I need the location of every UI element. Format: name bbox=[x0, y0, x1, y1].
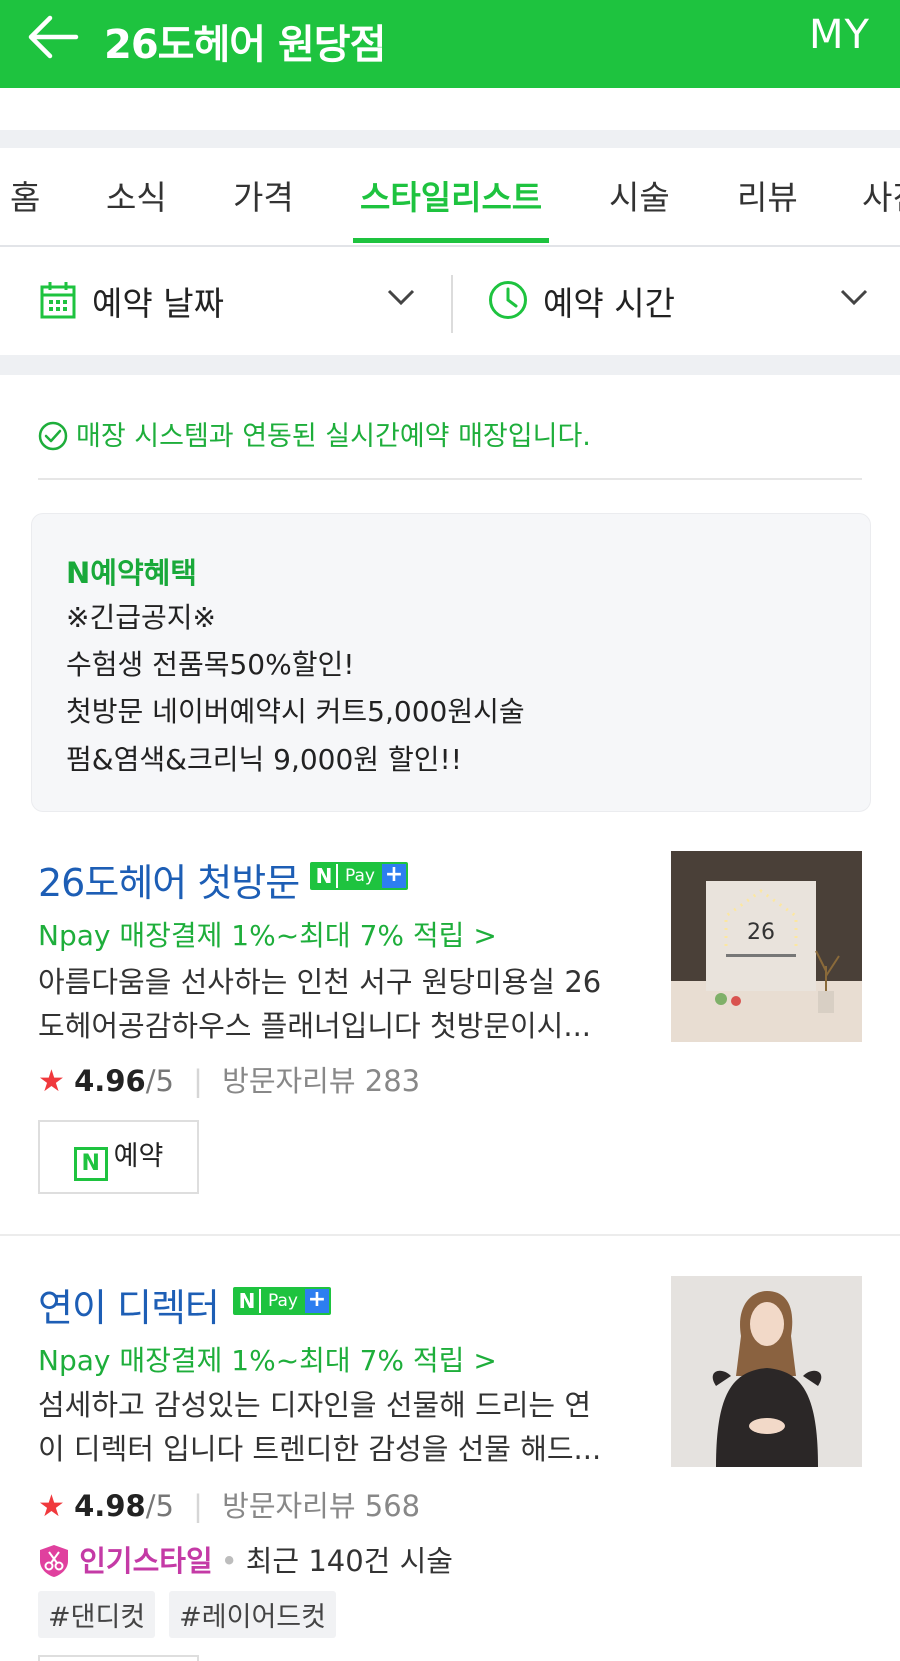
my-button[interactable]: MY bbox=[809, 12, 870, 58]
popular-style-row: 인기스타일 • 최근 140건 시술 bbox=[38, 1538, 453, 1580]
rating-max: /5 bbox=[145, 1489, 174, 1523]
tab-bar: 홈 소식 가격 스타일리스트 시술 리뷰 사진 bbox=[0, 149, 900, 245]
tab-home[interactable]: 홈 bbox=[10, 171, 40, 219]
desc-line: 도헤어공감하우스 플래너입니다 첫방문이시... bbox=[38, 1009, 592, 1043]
tag-list: #댄디컷 #레이어드컷 bbox=[38, 1591, 336, 1638]
tab-treatment[interactable]: 시술 bbox=[609, 171, 670, 219]
benefit-line: 첫방문 네이버예약시 커트5,000원시술 bbox=[66, 695, 525, 728]
tab-photo[interactable]: 사진 bbox=[862, 171, 900, 219]
clock-icon bbox=[489, 281, 527, 319]
chevron-down-icon bbox=[387, 289, 415, 306]
desc-line: 아름다움을 선사하는 인천 서구 원당미용실 26 bbox=[38, 965, 602, 999]
salon-sign-image: 26 bbox=[671, 851, 862, 1042]
npay-plus-badge: N Pay + bbox=[233, 1287, 331, 1315]
back-arrow-icon[interactable] bbox=[26, 14, 80, 60]
time-filter[interactable]: 예약 시간 bbox=[453, 247, 900, 355]
npay-pay: Pay bbox=[336, 864, 382, 888]
stylist-portrait-image bbox=[671, 1276, 862, 1467]
designer-photo[interactable]: 26 bbox=[671, 851, 862, 1042]
rating-separator: | bbox=[193, 1489, 203, 1523]
star-icon: ★ bbox=[38, 1489, 65, 1524]
npay-n: N bbox=[235, 1289, 259, 1313]
realtime-notice-text: 매장 시스템과 연동된 실시간예약 매장입니다. bbox=[76, 421, 591, 452]
rating-max: /5 bbox=[145, 1064, 174, 1098]
npay-plus-badge: N Pay + bbox=[310, 862, 408, 890]
dot-separator: • bbox=[220, 1544, 238, 1578]
designer-description: 아름다움을 선사하는 인천 서구 원당미용실 26 도헤어공감하우스 플래너입니… bbox=[38, 960, 638, 1048]
section-gap bbox=[0, 355, 900, 375]
popular-style-badge: 인기스타일 bbox=[79, 1544, 213, 1578]
designer-name[interactable]: 26도헤어 첫방문 bbox=[38, 852, 300, 907]
check-circle-icon bbox=[38, 421, 68, 451]
svg-text:26: 26 bbox=[747, 920, 775, 945]
chevron-down-icon bbox=[840, 289, 868, 306]
style-tag[interactable]: #레이어드컷 bbox=[169, 1591, 336, 1638]
date-filter[interactable]: 예약 날짜 bbox=[0, 247, 450, 355]
date-filter-label: 예약 날짜 bbox=[92, 284, 224, 323]
rating-score: 4.96 bbox=[74, 1064, 146, 1098]
rating-score: 4.98 bbox=[74, 1489, 146, 1523]
designer-name[interactable]: 연이 디렉터 bbox=[38, 1277, 220, 1332]
designer-description: 섬세하고 감성있는 디자인을 선물해 드리는 연 이 디렉터 입니다 트렌디한 … bbox=[38, 1383, 638, 1471]
reserve-button-partial[interactable] bbox=[38, 1655, 199, 1661]
filter-bar: 예약 날짜 예약 시간 bbox=[0, 247, 900, 355]
realtime-notice: 매장 시스템과 연동된 실시간예약 매장입니다. bbox=[38, 414, 591, 453]
card-divider bbox=[0, 1234, 900, 1236]
notice-divider bbox=[38, 478, 862, 480]
recent-count: 최근 140건 시술 bbox=[245, 1544, 453, 1578]
designer-photo[interactable] bbox=[671, 1276, 862, 1467]
page-title: 26도헤어 원당점 bbox=[104, 22, 386, 68]
rating-row: ★ 4.98/5 | 방문자리뷰 568 bbox=[38, 1483, 420, 1525]
rating-row: ★ 4.96/5 | 방문자리뷰 283 bbox=[38, 1058, 420, 1100]
desc-line: 섬세하고 감성있는 디자인을 선물해 드리는 연 bbox=[38, 1388, 592, 1422]
rating-separator: | bbox=[193, 1064, 203, 1098]
npay-benefit-link[interactable]: Npay 매장결제 1%~최대 7% 적립 > bbox=[38, 914, 497, 954]
npay-plus: + bbox=[382, 864, 406, 888]
style-tag[interactable]: #댄디컷 bbox=[38, 1591, 156, 1638]
npay-benefit-link[interactable]: Npay 매장결제 1%~최대 7% 적립 > bbox=[38, 1339, 497, 1379]
tab-review[interactable]: 리뷰 bbox=[737, 171, 798, 219]
npay-plus: + bbox=[305, 1289, 329, 1313]
benefit-line: 수험생 전품목50%할인! bbox=[66, 648, 355, 681]
desc-line: 이 디렉터 입니다 트렌디한 감성을 선물 해드... bbox=[38, 1432, 602, 1466]
benefit-title: N예약혜택 bbox=[66, 556, 197, 590]
tab-stylist[interactable]: 스타일리스트 bbox=[360, 171, 542, 219]
active-tab-indicator bbox=[353, 238, 549, 243]
review-count[interactable]: 방문자리뷰 568 bbox=[222, 1489, 420, 1523]
tab-news[interactable]: 소식 bbox=[106, 171, 167, 219]
time-filter-label: 예약 시간 bbox=[543, 284, 675, 323]
review-count[interactable]: 방문자리뷰 283 bbox=[222, 1064, 420, 1098]
benefit-line: 펌&염색&크리닉 9,000원 할인!! bbox=[66, 743, 462, 776]
benefit-box: N예약혜택 ※긴급공지※ 수험생 전품목50%할인! 첫방문 네이버예약시 커트… bbox=[31, 513, 871, 812]
naver-n-icon: N bbox=[73, 1146, 108, 1181]
star-icon: ★ bbox=[38, 1064, 65, 1099]
scissors-shield-icon bbox=[40, 1545, 68, 1577]
app-header: 26도헤어 원당점 MY bbox=[0, 0, 900, 88]
tab-price[interactable]: 가격 bbox=[233, 171, 294, 219]
npay-pay: Pay bbox=[259, 1289, 305, 1313]
section-gap bbox=[0, 130, 900, 148]
reserve-button[interactable]: N 예약 bbox=[38, 1120, 199, 1194]
npay-n: N bbox=[312, 864, 336, 888]
reserve-button-label: 예약 bbox=[113, 1140, 164, 1172]
calendar-icon bbox=[40, 282, 76, 319]
benefit-line: ※긴급공지※ bbox=[66, 601, 216, 634]
